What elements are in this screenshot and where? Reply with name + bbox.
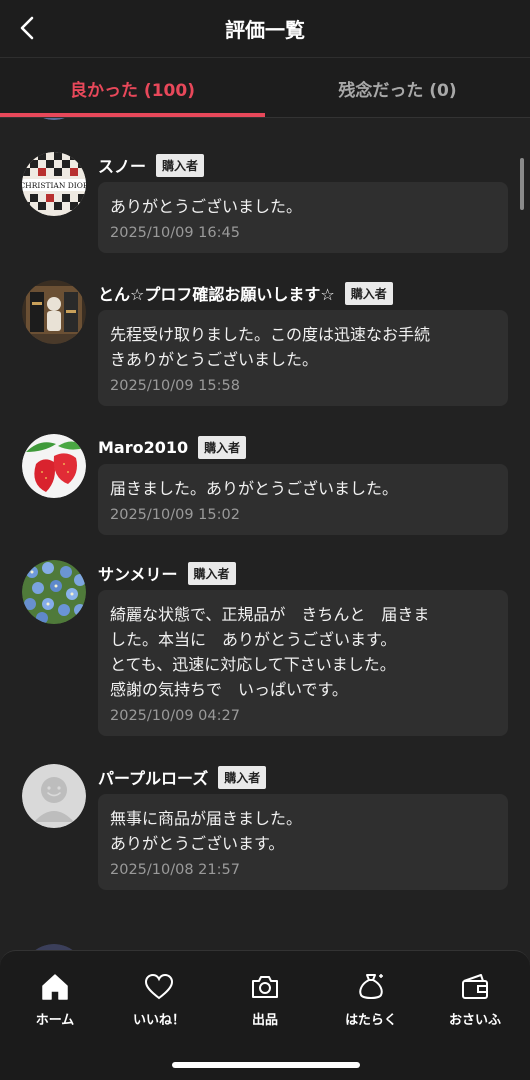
avatar[interactable]: CHRISTIAN DIOR [22, 152, 86, 216]
review-header: サンメリー 購入者 [98, 560, 236, 586]
comment-bubble: ありがとうございました。 2025/10/09 16:45 [98, 182, 508, 253]
review-header: パープルローズ 購入者 [98, 764, 267, 790]
strawberry-avatar [22, 434, 86, 498]
figurine-avatar [22, 280, 86, 344]
buyer-badge: 購入者 [187, 561, 236, 585]
nav-sell[interactable]: 出品 [212, 971, 318, 1035]
review-comment: 届きました。ありがとうございました。 [110, 479, 399, 498]
home-indicator[interactable] [172, 1062, 360, 1068]
heart-icon [144, 973, 174, 1000]
svg-text:CHRISTIAN DIOR: CHRISTIAN DIOR [22, 181, 86, 190]
page-title: 評価一覧 [225, 18, 305, 42]
rating-tabs: 良かった (100) 残念だった (0) [0, 58, 530, 118]
avatar[interactable] [22, 560, 86, 624]
buyer-badge: 購入者 [218, 765, 267, 789]
comment-bubble: 無事に商品が届きました。 ありがとうございます。 2025/10/08 21:5… [98, 794, 508, 890]
active-tab-indicator [0, 113, 265, 117]
avatar[interactable] [22, 280, 86, 344]
user-name[interactable]: サンメリー [98, 561, 178, 585]
review-date: 2025/10/09 15:02 [110, 507, 240, 523]
buyer-badge: 購入者 [198, 435, 247, 459]
nav-label: はたらく [345, 1013, 397, 1028]
comment-bubble: 届きました。ありがとうございました。 2025/10/09 15:02 [98, 464, 508, 535]
review-date: 2025/10/09 16:45 [110, 225, 240, 241]
review-list-screen: 評価一覧 良かった (100) 残念だった (0) CHRISTIAN DIOR… [0, 0, 530, 1080]
money-bag-icon [359, 974, 383, 999]
review-header: Maro2010 購入者 [98, 434, 247, 460]
nav-home[interactable]: ホーム [2, 971, 108, 1035]
user-name[interactable]: パープルローズ [98, 765, 208, 789]
nav-label: ホーム [35, 1013, 75, 1028]
nav-label: 出品 [251, 1013, 278, 1028]
review-header: スノー 購入者 [98, 152, 205, 178]
comment-bubble: 綺麗な状態で、正規品が きちんと 届きま した。本当に ありがとうございます。 … [98, 590, 508, 736]
review-comment: 先程受け取りました。この度は迅速なお手続 きありがとうございました。 [110, 325, 431, 369]
review-header: とん☆プロフ確認お願いします☆ 購入者 [98, 280, 393, 306]
user-name[interactable]: スノー [98, 153, 146, 177]
review-list[interactable]: CHRISTIAN DIOR スノー 購入者 ありがとうございました。 2025… [0, 118, 530, 950]
tab-bad[interactable]: 残念だった (0) [265, 58, 530, 118]
nav-work[interactable]: はたらく [318, 971, 424, 1035]
bottom-navigation: ホーム いいね！ 出品 はたらく おさいふ [0, 950, 530, 1080]
christian-dior-avatar: CHRISTIAN DIOR [22, 152, 86, 216]
avatar[interactable] [22, 764, 86, 828]
home-icon [42, 974, 68, 1000]
review-comment: 無事に商品が届きました。 ありがとうございます。 [110, 809, 303, 853]
header-bar: 評価一覧 [0, 0, 530, 58]
review-date: 2025/10/09 04:27 [110, 708, 240, 724]
review-date: 2025/10/08 21:57 [110, 862, 240, 878]
blue-flowers-avatar [22, 560, 86, 624]
nav-label: おさいふ [448, 1013, 501, 1028]
comment-bubble: 先程受け取りました。この度は迅速なお手続 きありがとうございました。 2025/… [98, 310, 508, 406]
avatar[interactable] [22, 434, 86, 498]
nav-label: いいね！ [132, 1013, 185, 1028]
avatar[interactable] [22, 118, 86, 120]
wallet-icon [462, 974, 488, 999]
review-date: 2025/10/09 15:58 [110, 378, 240, 394]
default-avatar [22, 764, 86, 828]
camera-icon [252, 976, 278, 998]
buyer-badge: 購入者 [344, 281, 393, 305]
review-comment: ありがとうございました。 [110, 197, 303, 216]
nav-likes[interactable]: いいね！ [106, 971, 212, 1035]
review-comment: 綺麗な状態で、正規品が きちんと 届きま した。本当に ありがとうございます。 … [110, 605, 430, 699]
tab-good[interactable]: 良かった (100) [0, 58, 265, 118]
buyer-badge: 購入者 [156, 153, 205, 177]
user-name[interactable]: とん☆プロフ確認お願いします☆ [98, 281, 335, 305]
nav-wallet[interactable]: おさいふ [422, 971, 528, 1035]
user-name[interactable]: Maro2010 [98, 438, 188, 457]
scrollbar[interactable] [520, 158, 524, 210]
